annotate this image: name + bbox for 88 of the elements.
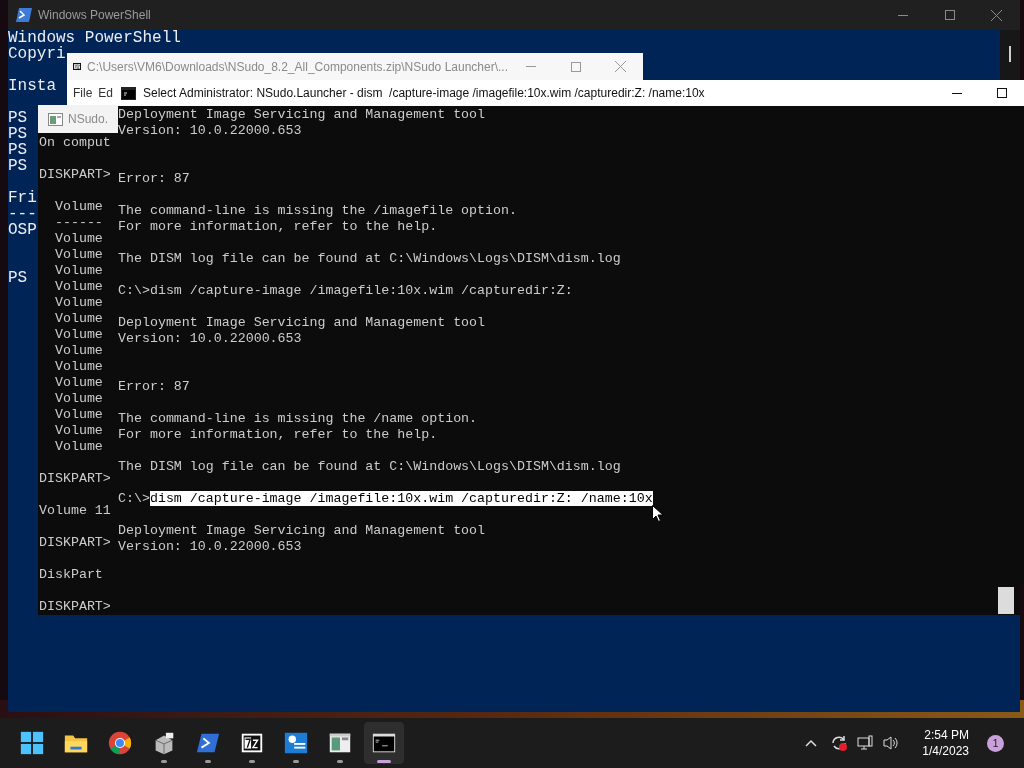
console-line: Version: 10.0.22000.653 — [118, 123, 302, 138]
console-line: Windows PowerShell — [8, 29, 181, 47]
minimize-icon — [897, 14, 908, 16]
console-line: PS — [8, 157, 28, 175]
active-indicator — [377, 760, 391, 763]
menu-item[interactable]: Ed — [98, 84, 114, 102]
menu-item[interactable]: File — [73, 84, 93, 102]
maximize-icon — [944, 10, 955, 20]
console-line: The DISM log file can be found at C:\Windows\Logs\DISM\dism.log — [118, 251, 621, 266]
minimize-icon — [951, 92, 962, 94]
notification-badge[interactable]: 1 — [987, 734, 1004, 752]
console-line: Copyri — [8, 45, 66, 63]
console-line: Volume 11 — [39, 503, 111, 518]
console-line: Volume — [53, 391, 103, 406]
settings-icon — [283, 730, 309, 756]
network-icon[interactable] — [857, 735, 874, 751]
sync-icon[interactable] — [830, 734, 849, 752]
windows-logo-icon — [19, 730, 45, 756]
close-icon — [615, 61, 626, 72]
clock-date[interactable]: 1/4/2023 — [922, 743, 969, 759]
powershell-icon — [16, 8, 32, 22]
console-line: The command-line is missing the /imagefile option. — [118, 203, 517, 218]
console-icon — [121, 86, 136, 100]
mouse-pointer-icon — [652, 505, 663, 522]
console-line: Volume — [53, 343, 103, 358]
clock-time[interactable]: 2:54 PM — [924, 727, 969, 743]
console-line: Volume — [53, 311, 103, 326]
console-line: Volume — [53, 423, 103, 438]
maximize-icon — [996, 88, 1007, 98]
console-line: Volume — [53, 295, 103, 310]
console-line: PS — [8, 109, 28, 127]
console-line: PS — [8, 125, 28, 143]
window-title: Windows PowerShell — [38, 7, 151, 24]
console-line: Fri — [8, 189, 37, 207]
window-title: NSudo. — [68, 111, 109, 128]
scrollbar[interactable] — [1000, 30, 1020, 80]
console-line: Volume — [53, 231, 103, 246]
console-line: Version: 10.0.22000.653 — [118, 539, 302, 554]
console-line: Deployment Image Servicing and Management tool — [118, 315, 486, 330]
console-line: Volume — [53, 199, 103, 214]
console-line: The DISM log file can be found at C:\Windows\Logs\DISM\dism.log — [118, 459, 621, 474]
console-line: ------ — [53, 215, 103, 230]
console-line: Volume — [53, 439, 103, 454]
console-line: On comput — [39, 135, 111, 150]
console-line: C:\>dism /capture-image /imagefile:10x.wim /capturedir:Z: — [118, 283, 573, 298]
maximize-icon — [570, 61, 581, 72]
running-indicator — [205, 760, 211, 763]
console-line: Volume — [53, 327, 103, 342]
archive-icon — [73, 60, 82, 73]
console-line: Insta — [8, 77, 56, 95]
console-line: PS — [8, 269, 28, 287]
console-line: --- — [8, 205, 37, 223]
console-line: Volume — [53, 375, 103, 390]
console-line: Volume — [53, 407, 103, 422]
console-line: DISKPART> — [39, 471, 111, 486]
console-line: DiskPart — [39, 567, 103, 582]
console-line: Error: 87 — [118, 379, 190, 394]
console-line: For more information, refer to the help. — [118, 219, 438, 234]
window-icon — [48, 112, 63, 126]
console-line: OSP — [8, 221, 37, 239]
console-line: Version: 10.0.22000.653 — [118, 331, 302, 346]
running-indicator — [249, 760, 255, 763]
minimize-icon — [525, 66, 536, 67]
console-line: DISKPART> — [39, 167, 111, 182]
chevron-up-icon[interactable] — [805, 739, 818, 747]
running-indicator — [161, 760, 167, 763]
scrollbar-thumb[interactable] — [998, 587, 1014, 614]
browser-icon — [107, 730, 133, 756]
console-line: The command-line is missing the /name option. — [118, 411, 478, 426]
console-line: Deployment Image Servicing and Management tool — [118, 523, 486, 538]
console-line: Volume — [53, 279, 103, 294]
speaker-icon[interactable] — [882, 735, 901, 751]
console-line: PS — [8, 141, 28, 159]
console-line: Volume — [53, 359, 103, 374]
running-indicator — [293, 760, 299, 763]
console-line: DISKPART> — [39, 599, 111, 614]
window-title: C:\Users\VM6\Downloads\NSudo_8.2_All_Components.zip\NSudo Launcher\... — [87, 58, 508, 76]
console-line: For more information, refer to the help. — [118, 427, 438, 442]
running-indicator — [337, 760, 343, 763]
console-line: Volume — [53, 247, 103, 262]
console-line: DISKPART> — [39, 535, 111, 550]
console-line: Error: 87 — [118, 171, 190, 186]
close-icon — [991, 9, 1002, 21]
console-line: Volume — [53, 263, 103, 278]
window-title: Select Administrator: NSudo.Launcher - dism /capture-image /imagefile:10x.wim /capturedir:Z: /name:10x — [143, 85, 705, 102]
command-prompt: C:\> — [118, 491, 150, 506]
taskbar-button[interactable] — [364, 722, 404, 764]
console-line: Deployment Image Servicing and Management tool — [118, 107, 486, 122]
